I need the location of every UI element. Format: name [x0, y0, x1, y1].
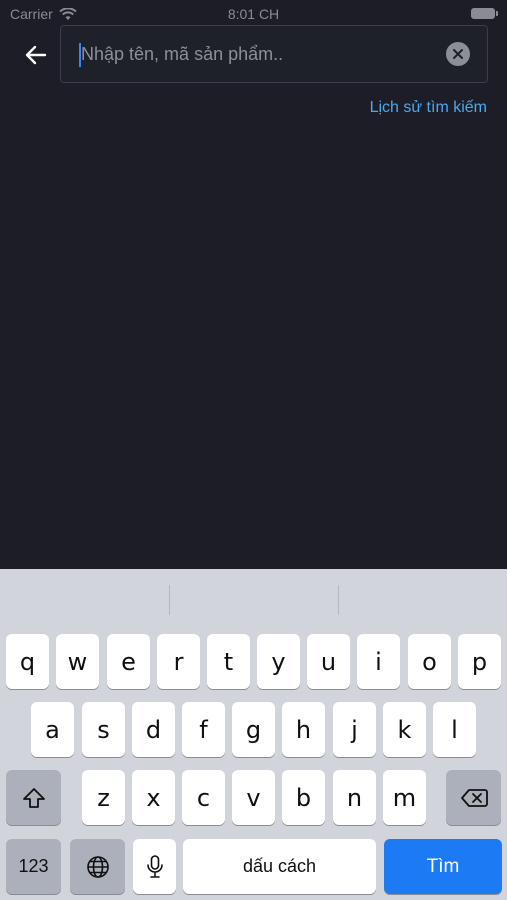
suggestion-divider [169, 585, 170, 615]
key-c[interactable]: c [182, 770, 225, 825]
key-x[interactable]: x [132, 770, 175, 825]
key-t[interactable]: t [207, 634, 250, 689]
shift-icon [22, 787, 45, 808]
key-q[interactable]: q [6, 634, 49, 689]
key-u[interactable]: u [307, 634, 350, 689]
status-bar: Carrier 8:01 CH [0, 0, 507, 26]
key-d[interactable]: d [132, 702, 175, 757]
globe-icon [86, 855, 109, 878]
status-time: 8:01 CH [227, 6, 280, 22]
key-g[interactable]: g [232, 702, 275, 757]
delete-key[interactable] [446, 770, 501, 825]
key-s[interactable]: s [82, 702, 125, 757]
key-m[interactable]: m [383, 770, 426, 825]
key-w[interactable]: w [56, 634, 99, 689]
shift-key[interactable] [6, 770, 61, 825]
key-r[interactable]: r [157, 634, 200, 689]
microphone-key[interactable] [133, 839, 176, 894]
key-h[interactable]: h [282, 702, 325, 757]
back-button[interactable] [18, 38, 54, 72]
arrow-left-icon [25, 45, 47, 65]
microphone-icon [146, 854, 163, 878]
close-icon [453, 49, 463, 59]
search-box[interactable] [60, 25, 488, 83]
key-k[interactable]: k [383, 702, 426, 757]
key-l[interactable]: l [433, 702, 476, 757]
keyboard: q w e r t y u i o p a s d f g h j k l z … [0, 569, 507, 900]
key-z[interactable]: z [82, 770, 125, 825]
search-input[interactable] [81, 26, 441, 82]
key-y[interactable]: y [257, 634, 300, 689]
battery-icon [471, 8, 498, 19]
key-j[interactable]: j [333, 702, 376, 757]
backspace-icon [460, 788, 488, 807]
space-key[interactable]: dấu cách [183, 839, 376, 894]
key-v[interactable]: v [232, 770, 275, 825]
key-p[interactable]: p [458, 634, 501, 689]
clear-button[interactable] [446, 42, 470, 66]
key-f[interactable]: f [182, 702, 225, 757]
key-a[interactable]: a [31, 702, 74, 757]
key-n[interactable]: n [333, 770, 376, 825]
numbers-key[interactable]: 123 [6, 839, 61, 894]
key-e[interactable]: e [107, 634, 150, 689]
suggestion-bar [0, 569, 507, 619]
suggestion-divider [338, 585, 339, 615]
key-b[interactable]: b [282, 770, 325, 825]
globe-key[interactable] [70, 839, 125, 894]
key-o[interactable]: o [408, 634, 451, 689]
search-return-key[interactable]: Tìm [384, 839, 502, 894]
search-history-link[interactable]: Lịch sử tìm kiếm [370, 99, 487, 117]
key-i[interactable]: i [357, 634, 400, 689]
